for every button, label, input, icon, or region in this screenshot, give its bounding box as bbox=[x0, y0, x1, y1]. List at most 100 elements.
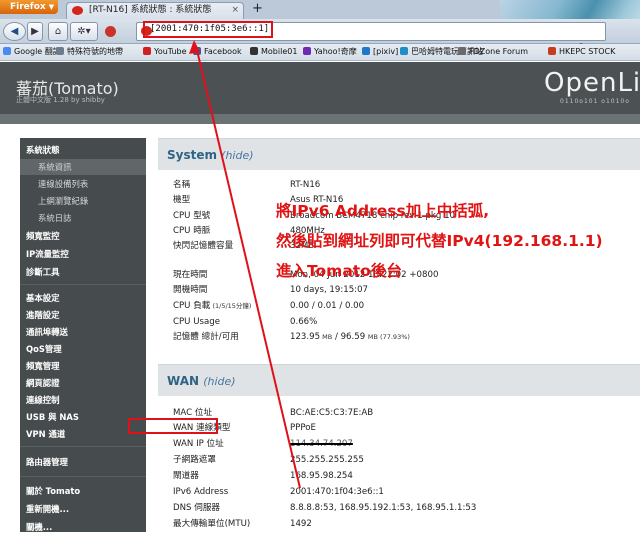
bookmark-label: Mobile01 bbox=[261, 47, 298, 56]
system-row-label: 快閃記憶體容量 bbox=[173, 241, 233, 252]
tab-title: [RT-N16] 系統狀態 : 系統狀態 bbox=[89, 5, 212, 15]
sidebar-item[interactable]: 頻寬監控 bbox=[26, 230, 60, 242]
forward-arrow-icon: ▶ bbox=[31, 26, 39, 37]
wan-row-value: 2001:470:1f04:3e6::1 bbox=[290, 487, 384, 498]
sidebar-item[interactable]: 關機... bbox=[26, 521, 52, 533]
sidebar-item[interactable]: 通訊埠轉送 bbox=[26, 326, 68, 338]
wan-row-label: WAN IP 位址 bbox=[173, 439, 224, 450]
system-row-label: 現在時間 bbox=[173, 270, 207, 281]
wan-label-text: IPv6 Address bbox=[173, 487, 229, 497]
addon-stop-button[interactable] bbox=[101, 22, 119, 41]
browser-tab[interactable]: [RT-N16] 系統狀態 : 系統狀態 × bbox=[66, 2, 244, 19]
bookmark-item[interactable]: 特殊符號的地帶 bbox=[56, 46, 123, 58]
bookmark-item[interactable]: FDZone Forum bbox=[458, 46, 528, 58]
sidebar-item[interactable]: 連線控制 bbox=[26, 394, 60, 406]
firefox-menu-label: Firefox bbox=[10, 2, 46, 12]
bookmark-item[interactable]: Yahoo!奇摩 bbox=[303, 46, 357, 58]
sidebar-item[interactable]: 網頁認證 bbox=[26, 377, 60, 389]
bookmark-item[interactable]: YouTube bbox=[143, 46, 187, 58]
system-row-label: CPU Usage bbox=[173, 317, 220, 328]
wan-label-text: WAN IP 位址 bbox=[173, 439, 224, 449]
system-title-text: System bbox=[167, 148, 222, 162]
sidebar-item[interactable]: 路由器管理 bbox=[26, 456, 68, 468]
sidebar-item[interactable]: 關於 Tomato bbox=[26, 485, 80, 497]
system-row-label: 機型 bbox=[173, 195, 190, 206]
navigation-toolbar: ◀ ▶ ⌂ ✲▾ f1 ★ bbox=[0, 19, 640, 56]
home-button[interactable]: ⌂ bbox=[48, 22, 68, 41]
sidebar-item[interactable]: 頻寬管理 bbox=[26, 360, 60, 372]
sidebar-item[interactable]: 進階設定 bbox=[26, 309, 60, 321]
addon-button[interactable]: ✲▾ bbox=[70, 22, 98, 41]
annotation-line: 進入Tomato後台 bbox=[276, 262, 402, 280]
system-row-value: 0.66% bbox=[290, 317, 317, 328]
wan-row-label: 最大傳輸單位(MTU) bbox=[173, 519, 250, 530]
system-row-value: 123.95 MB / 96.59 MB (77.93%) bbox=[290, 332, 410, 343]
sidebar-item[interactable]: QoS管理 bbox=[26, 343, 62, 355]
wan-label-text: 最大傳輸單位(MTU) bbox=[173, 519, 251, 529]
bookmark-item[interactable]: HKEPC STOCK bbox=[548, 46, 615, 58]
forward-button[interactable]: ▶ bbox=[27, 22, 43, 41]
sidebar-divider bbox=[20, 446, 146, 447]
system-value-text: 0.00 / 0.01 / 0.00 bbox=[290, 301, 365, 311]
annotation-line: 將IPv6 Address加上中括弧, bbox=[276, 202, 490, 220]
system-row-label: CPU 負載 (1/5/15分鐘) bbox=[173, 301, 251, 312]
system-section-header: System (hide) bbox=[158, 138, 640, 170]
system-row-value: RT-N16 bbox=[290, 180, 320, 191]
system-label-text: 快閃記憶體容量 bbox=[173, 241, 234, 251]
router-page: 蕃茄(Tomato) 正體中文版 1.28 by shibby OpenLi 0… bbox=[0, 62, 640, 532]
sidebar-item[interactable]: 系統狀態 bbox=[26, 144, 60, 156]
persona-background bbox=[500, 0, 640, 19]
system-row-label: 記憶體 總計/可用 bbox=[173, 332, 239, 343]
sidebar-item[interactable]: 診斷工具 bbox=[26, 266, 60, 278]
wan-row-value: 1492 bbox=[290, 519, 312, 530]
page-header: 蕃茄(Tomato) 正體中文版 1.28 by shibby OpenLi 0… bbox=[0, 62, 640, 114]
bookmark-item[interactable]: [pixiv] bbox=[362, 46, 398, 58]
bookmark-label: Yahoo!奇摩 bbox=[314, 47, 357, 56]
wan-hide-link[interactable]: (hide) bbox=[203, 375, 235, 388]
sidebar-item[interactable]: 上網瀏覽紀錄 bbox=[38, 195, 88, 207]
main-content: System (hide) 名稱 RT-N16 機型 Asus RT-N16 CPU 型號… bbox=[158, 138, 640, 532]
sidebar-item[interactable]: 連線設備列表 bbox=[38, 178, 88, 190]
sidebar-item[interactable]: IP流量監控 bbox=[26, 248, 69, 260]
chevron-down-icon: ▼ bbox=[48, 3, 55, 11]
system-row-label: CPU 時脈 bbox=[173, 226, 210, 237]
new-tab-button[interactable]: + bbox=[250, 2, 265, 17]
system-row-value: 10 days, 19:15:07 bbox=[290, 285, 368, 296]
system-hide-link[interactable]: (hide) bbox=[221, 149, 253, 162]
system-label-text: CPU 時脈 bbox=[173, 226, 211, 236]
bookmark-item[interactable]: Facebook bbox=[193, 46, 242, 58]
openlinksys-logo: OpenLi bbox=[544, 68, 640, 98]
logo-binary-text: 0110o101 o1010o bbox=[560, 98, 630, 105]
wan-row-value: 8.8.8.8:53, 168.95.192.1:53, 168.95.1.1:… bbox=[290, 503, 476, 514]
back-button[interactable]: ◀ bbox=[3, 22, 26, 41]
bookmark-label: YouTube bbox=[154, 47, 187, 56]
wan-row-value: BC:AE:C5:C3:7E:AB bbox=[290, 408, 373, 419]
system-row-label: CPU 型號 bbox=[173, 211, 210, 222]
system-label-text: CPU 負載 bbox=[173, 301, 211, 311]
sidebar-nav: 系統狀態系統資訊連線設備列表 上網瀏覽紀錄 系統日誌頻寬監控 IP流量監控 診斷工具基本… bbox=[20, 138, 146, 532]
wan-row-value: 255.255.255.255 bbox=[290, 455, 364, 466]
wan-title-text: WAN bbox=[167, 374, 204, 388]
sidebar-item[interactable]: 系統日誌 bbox=[38, 212, 72, 224]
wan-label-text: 閘道器 bbox=[173, 471, 199, 481]
system-label-text: 現在時間 bbox=[173, 270, 208, 280]
system-value-unit: MB (77.93%) bbox=[367, 333, 410, 341]
wan-value-text: BC:AE:C5:C3:7E:AB bbox=[290, 408, 374, 418]
header-strip bbox=[0, 114, 640, 124]
bookmark-label: [pixiv] bbox=[373, 47, 399, 56]
sidebar-divider bbox=[20, 284, 146, 285]
wan-row-value: PPPoE bbox=[290, 423, 316, 434]
bookmark-item[interactable]: Google 翻譯 bbox=[3, 46, 61, 58]
sidebar-item[interactable]: USB 與 NAS bbox=[26, 411, 79, 423]
sidebar-item[interactable]: 系統資訊 bbox=[38, 161, 72, 173]
home-icon: ⌂ bbox=[54, 26, 62, 37]
bookmark-item[interactable]: Mobile01 bbox=[250, 46, 297, 58]
sidebar-item[interactable]: 重新開機... bbox=[26, 503, 69, 515]
wan-value-text: 2001:470:1f04:3e6::1 bbox=[290, 487, 384, 497]
sidebar-item[interactable]: 基本設定 bbox=[26, 292, 60, 304]
sidebar-item[interactable]: VPN 通道 bbox=[26, 428, 65, 440]
firefox-menu-button[interactable]: Firefox ▼ bbox=[0, 0, 58, 14]
sidebar-divider bbox=[20, 476, 146, 477]
close-icon[interactable]: × bbox=[231, 3, 239, 18]
system-label-text: 開機時間 bbox=[173, 285, 208, 295]
